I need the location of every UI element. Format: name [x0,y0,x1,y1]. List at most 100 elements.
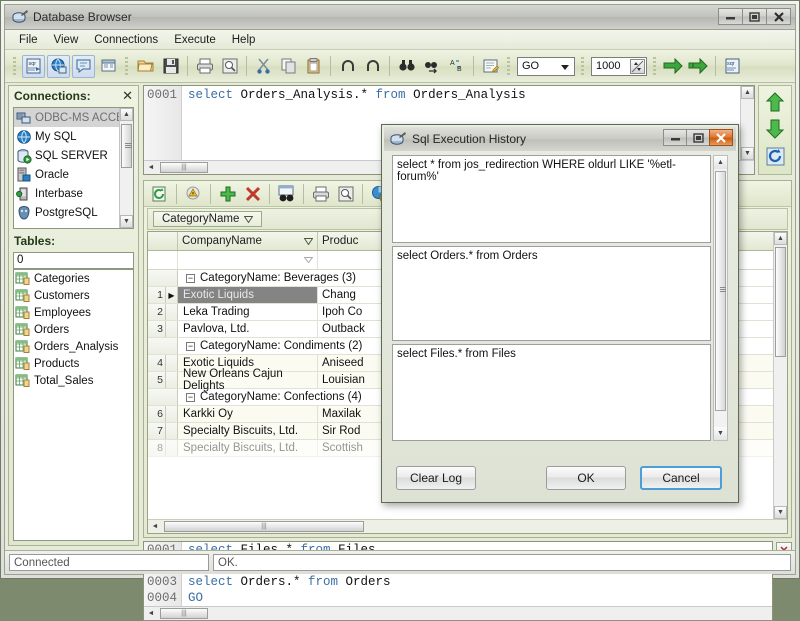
menu-execute[interactable]: Execute [166,32,224,48]
connections-list[interactable]: ODBC-MS ACCE My SQL SQL SERVER [13,107,134,229]
save-disk-icon[interactable] [159,55,182,78]
move-up-icon[interactable] [762,90,788,114]
filter-find-icon[interactable] [275,182,298,205]
connection-item-oracle[interactable]: Oracle [14,165,133,184]
toolbar-grip-4[interactable] [580,55,586,77]
scroll-down-icon[interactable]: ▼ [714,427,727,440]
connection-item-odbc[interactable]: ODBC-MS ACCE [14,108,133,127]
toolbar-grip-3[interactable] [506,55,512,77]
execute-arrow-icon[interactable] [662,55,685,78]
sql-new-icon[interactable]: sqr [22,55,45,78]
toolbar-grip[interactable] [12,55,18,77]
scrollbar-thumb[interactable] [121,124,132,168]
hscrollbar-thumb[interactable]: ||| [164,521,364,532]
properties-icon[interactable] [97,55,120,78]
cell-companyname[interactable]: Leka Trading [178,304,318,320]
cell-companyname[interactable]: Specialty Biscuits, Ltd. [178,440,318,456]
execute-all-arrow-icon[interactable] [687,55,710,78]
cell-companyname[interactable]: Karkki Oy [178,406,318,422]
menu-connections[interactable]: Connections [86,32,166,48]
refresh-data-icon[interactable] [148,182,171,205]
sql-editor-bottom-hscrollbar[interactable]: ◄ ||| [144,606,772,620]
maximize-button[interactable] [742,8,767,25]
table-item-products[interactable]: Products [14,355,133,372]
scroll-down-icon[interactable]: ▼ [774,506,787,519]
scroll-up-icon[interactable]: ▲ [741,86,754,99]
sql-editor-top-vscrollbar[interactable]: ▲ ▼ [740,86,754,160]
globe-connect-icon[interactable] [47,55,70,78]
scroll-left-icon[interactable]: ◄ [144,161,158,174]
row-limit-spinner[interactable]: 1000 [591,57,647,76]
add-record-icon[interactable] [216,182,239,205]
filter-dropdown-icon[interactable] [304,257,313,263]
comment-icon[interactable] [72,55,95,78]
scrollbar-thumb[interactable] [715,171,726,411]
tables-list[interactable]: Categories Customers Employees [13,269,134,541]
spinner-updown-icon[interactable] [630,59,645,74]
scroll-up-icon[interactable]: ▲ [714,156,727,169]
minimize-button[interactable] [718,8,743,25]
cell-companyname[interactable]: Pavlova, Ltd. [178,321,318,337]
cell-companyname[interactable]: Specialty Biscuits, Ltd. [178,423,318,439]
tables-filter-input[interactable]: 0 [13,252,134,269]
collapse-icon[interactable]: − [186,342,195,351]
undo-icon[interactable] [336,55,359,78]
table-item-employees[interactable]: Employees [14,304,133,321]
scroll-down-icon[interactable]: ▼ [741,147,754,160]
table-item-total-sales[interactable]: Total_Sales [14,372,133,389]
history-entry-2[interactable]: select Orders.* from Orders [392,246,711,341]
print-preview-icon[interactable] [218,55,241,78]
find-next-icon[interactable] [420,55,443,78]
refresh-icon[interactable] [762,144,788,168]
sort-desc-icon[interactable] [244,216,253,223]
history-entry-1[interactable]: select * from jos_redirection WHERE oldu… [392,155,711,243]
clear-log-button[interactable]: Clear Log [396,466,476,490]
connection-item-mysql[interactable]: My SQL [14,127,133,146]
scroll-down-icon[interactable]: ▼ [120,215,133,228]
dialog-close-button[interactable] [709,129,733,146]
dialog-maximize-button[interactable] [686,129,710,146]
menu-file[interactable]: File [11,32,46,48]
menu-view[interactable]: View [46,32,87,48]
collapse-icon[interactable]: − [186,274,195,283]
menu-help[interactable]: Help [224,32,264,48]
ok-button[interactable]: OK [546,466,626,490]
paste-icon[interactable] [302,55,325,78]
hscrollbar-thumb[interactable]: ||| [160,608,208,619]
find-binoculars-icon[interactable] [395,55,418,78]
scrollbar-thumb[interactable] [775,247,786,357]
cut-scissors-icon[interactable] [252,55,275,78]
collapse-icon[interactable]: − [186,393,195,402]
history-entry-3[interactable]: select Files.* from Files [392,344,711,441]
connection-item-sqlserver[interactable]: SQL SERVER [14,146,133,165]
post-edit-icon[interactable] [182,182,205,205]
table-item-orders-analysis[interactable]: Orders_Analysis [14,338,133,355]
print-preview-grid-icon[interactable] [334,182,357,205]
sort-desc-icon[interactable] [304,238,313,245]
cell-companyname[interactable]: Exotic Liquids [178,287,318,303]
edit-window-icon[interactable] [479,55,502,78]
cell-companyname[interactable]: New Orleans Cajun Delights [178,372,318,388]
grid-hscrollbar[interactable]: ◄ ||| [148,519,787,533]
delete-record-icon[interactable] [241,182,264,205]
scroll-left-icon[interactable]: ◄ [148,520,162,533]
print-grid-icon[interactable] [309,182,332,205]
move-down-icon[interactable] [762,117,788,141]
scroll-up-icon[interactable]: ▲ [774,232,787,245]
print-icon[interactable] [193,55,216,78]
scroll-up-icon[interactable]: ▲ [120,108,133,121]
close-button[interactable] [766,8,791,25]
replace-icon[interactable]: AB [445,55,468,78]
open-folder-icon[interactable] [134,55,157,78]
grid-column-companyname[interactable]: CompanyName [178,232,318,250]
table-item-orders[interactable]: Orders [14,321,133,338]
redo-icon[interactable] [361,55,384,78]
toolbar-grip-2[interactable] [124,55,130,77]
filter-cell-companyname[interactable] [178,251,318,269]
cancel-button[interactable]: Cancel [640,466,722,490]
scroll-left-icon[interactable]: ◄ [144,607,158,620]
grid-vscrollbar[interactable]: ▲ ▼ [773,232,787,519]
table-item-categories[interactable]: Categories [14,270,133,287]
group-chip-categoryname[interactable]: CategoryName [153,211,262,227]
close-panel-icon[interactable]: ✕ [122,88,133,104]
